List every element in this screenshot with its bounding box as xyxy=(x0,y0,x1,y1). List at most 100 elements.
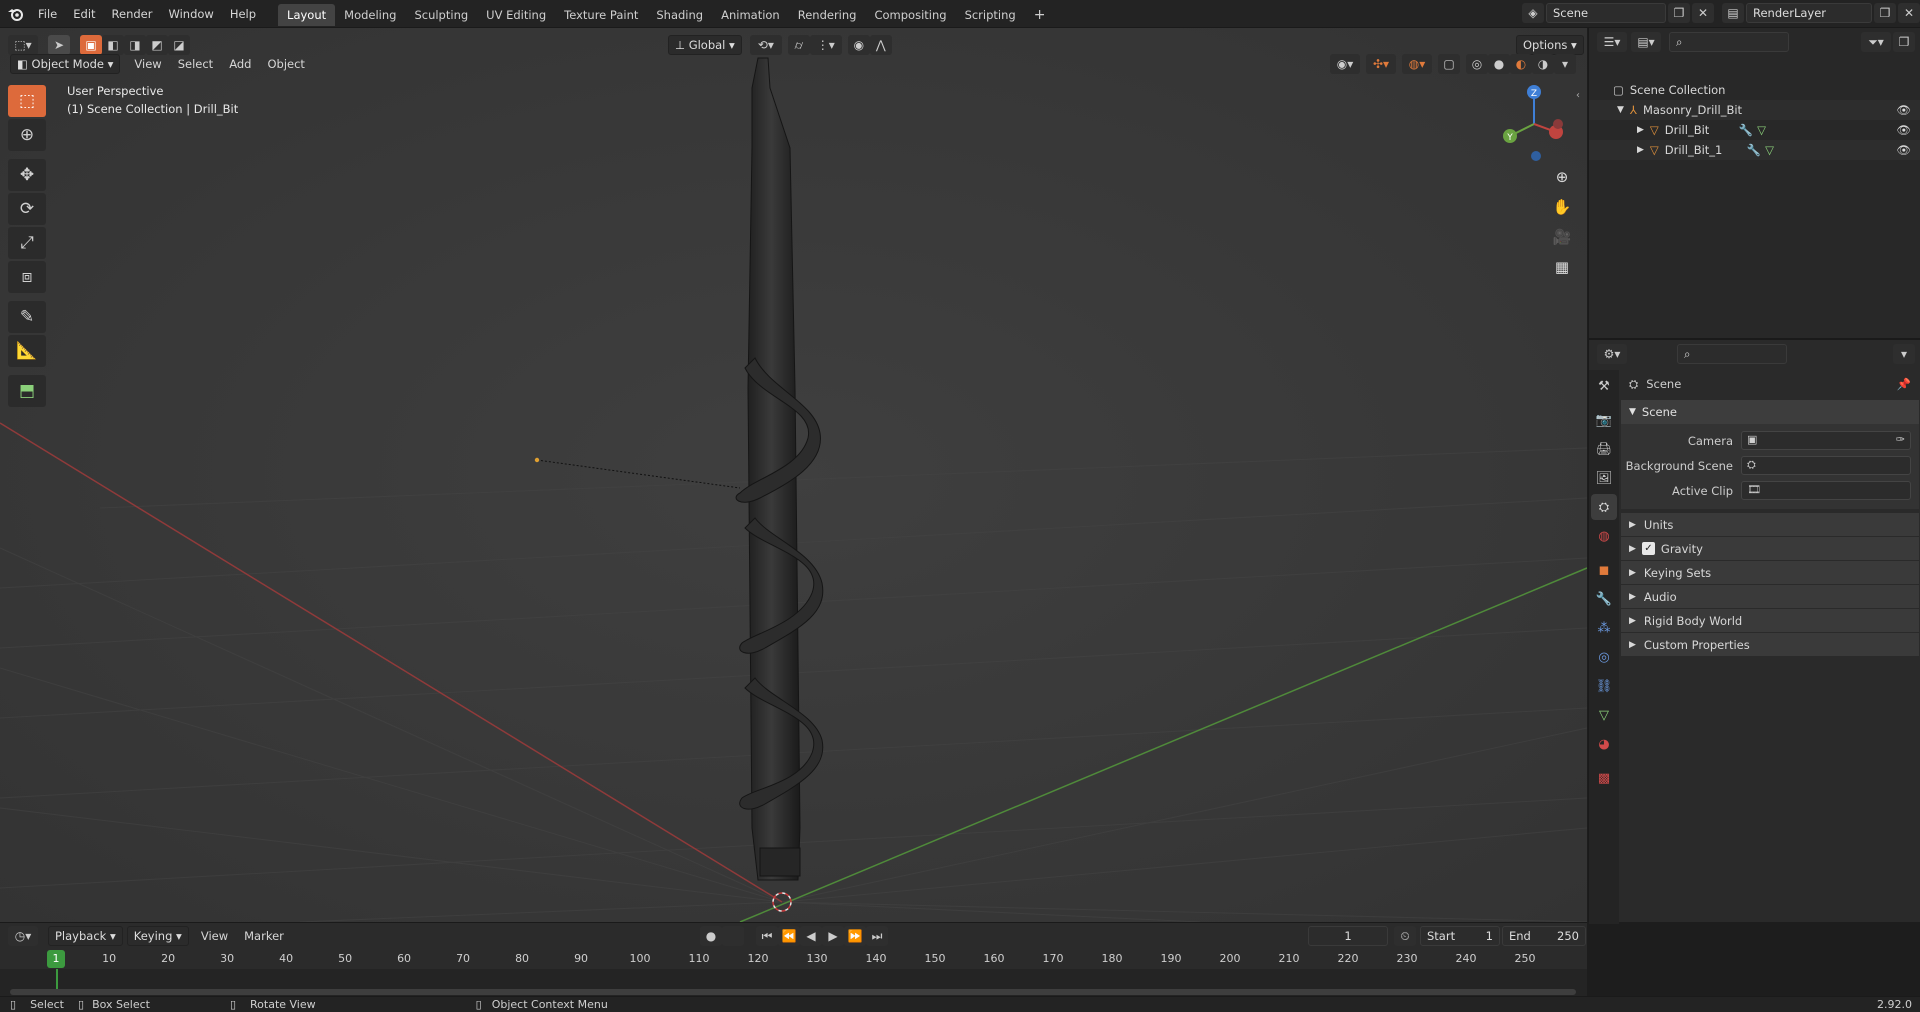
shading-solid-icon[interactable]: ● xyxy=(1488,54,1510,74)
constraints-tab-icon[interactable]: ⛓ xyxy=(1591,673,1617,699)
filter-icon[interactable]: ⏷▾ xyxy=(1861,32,1891,52)
mesh-data-icon[interactable]: ▽ xyxy=(1765,140,1774,160)
tab-modeling[interactable]: Modeling xyxy=(335,4,405,26)
current-frame-field[interactable]: 1 xyxy=(1308,926,1388,946)
modifier-wrench-icon[interactable]: 🔧 xyxy=(1739,120,1753,140)
tab-compositing[interactable]: Compositing xyxy=(865,4,955,26)
scene-tab-icon[interactable]: ⛭ xyxy=(1591,494,1617,520)
gravity-panel[interactable]: ▶ ✓ Gravity xyxy=(1621,537,1919,561)
eyedropper-icon[interactable]: ✑ xyxy=(1896,433,1905,446)
play-reverse-icon[interactable]: ◀ xyxy=(800,926,822,946)
scene-browse-icon[interactable]: ◈ xyxy=(1522,3,1544,23)
scene-new-icon[interactable]: ❐ xyxy=(1668,3,1690,23)
custom-properties-panel[interactable]: ▶ Custom Properties xyxy=(1621,633,1919,657)
expand-right-icon[interactable]: ▶ xyxy=(1637,140,1644,160)
new-collection-icon[interactable]: ❐ xyxy=(1893,32,1915,52)
view-layer-delete-icon[interactable]: ✕ xyxy=(1898,3,1920,23)
expand-right-icon[interactable]: ▶ xyxy=(1637,120,1644,140)
tab-sculpting[interactable]: Sculpting xyxy=(405,4,477,26)
mesh-data-icon[interactable]: ▽ xyxy=(1757,120,1766,140)
properties-search-input[interactable]: ⌕ xyxy=(1677,344,1787,364)
shading-material-icon[interactable]: ◐ xyxy=(1510,54,1532,74)
pivot-point-icon[interactable]: ⟲▾ xyxy=(749,35,782,55)
menu-file[interactable]: File xyxy=(30,0,65,28)
properties-options-icon[interactable]: ▾ xyxy=(1893,344,1915,364)
data-tab-icon[interactable]: ▽ xyxy=(1591,702,1617,728)
transform-tool-icon[interactable]: ⧈ xyxy=(8,261,46,293)
modifier-tab-icon[interactable]: 🔧 xyxy=(1591,586,1617,612)
blender-logo-icon[interactable] xyxy=(0,0,30,28)
outliner-row-scene-collection[interactable]: ▢ Scene Collection xyxy=(1589,80,1920,100)
outliner-search-input[interactable]: ⌕ xyxy=(1669,32,1789,52)
camera-field[interactable]: ▣ ✑ xyxy=(1741,431,1911,450)
shading-rendered-icon[interactable]: ◑ xyxy=(1532,54,1554,74)
select-mode-difference-icon[interactable]: ◩ xyxy=(146,35,168,55)
menu-render[interactable]: Render xyxy=(104,0,161,28)
particles-tab-icon[interactable]: ⁂ xyxy=(1591,615,1617,641)
move-tool-icon[interactable]: ✥ xyxy=(8,159,46,191)
pin-icon[interactable]: 📌 xyxy=(1897,377,1911,391)
snap-icon[interactable]: ⌭ xyxy=(787,35,810,55)
annotate-tool-icon[interactable]: ✎ xyxy=(8,301,46,333)
select-mode-intersect-icon[interactable]: ◪ xyxy=(168,35,190,55)
rotate-tool-icon[interactable]: ⟳ xyxy=(8,193,46,225)
menu-select[interactable]: Select xyxy=(170,54,221,74)
scene-panel-header[interactable]: ▼ Scene xyxy=(1621,400,1919,424)
world-tab-icon[interactable]: ◍ xyxy=(1591,523,1617,549)
proportional-edit-icon[interactable]: ◉ xyxy=(847,35,870,55)
menu-edit[interactable]: Edit xyxy=(65,0,103,28)
outliner-editor-type-icon[interactable]: ☰▾ xyxy=(1597,32,1627,52)
output-tab-icon[interactable]: 🖨 xyxy=(1591,436,1617,462)
menu-object[interactable]: Object xyxy=(259,54,312,74)
cursor-tool-icon[interactable]: ⊕ xyxy=(8,119,46,151)
keying-dropdown[interactable]: Keying ▾ xyxy=(126,926,189,946)
tab-scripting[interactable]: Scripting xyxy=(956,4,1025,26)
end-frame-field[interactable]: End 250 xyxy=(1502,926,1586,946)
proportional-falloff-icon[interactable]: ⋀ xyxy=(869,35,892,55)
gravity-checkbox[interactable]: ✓ xyxy=(1641,542,1655,555)
menu-view[interactable]: View xyxy=(126,54,169,74)
preview-range-icon[interactable]: ⏲ xyxy=(1394,926,1416,946)
modifier-wrench-icon[interactable]: 🔧 xyxy=(1747,140,1761,160)
menu-window[interactable]: Window xyxy=(160,0,221,28)
timeline-scrollbar[interactable] xyxy=(10,989,1576,995)
transform-orientation-dropdown[interactable]: ⊥ Global ▾ xyxy=(668,35,742,55)
camera-view-icon[interactable]: 🎥 xyxy=(1549,224,1575,250)
navigation-gizmo[interactable]: Z Y xyxy=(1494,84,1574,164)
menu-help[interactable]: Help xyxy=(222,0,264,28)
eye-icon[interactable]: 👁 xyxy=(1896,140,1911,160)
jump-start-icon[interactable]: ⏮ xyxy=(756,926,778,946)
object-tab-icon[interactable]: ◼ xyxy=(1591,557,1617,583)
tab-shading[interactable]: Shading xyxy=(647,4,712,26)
eye-icon[interactable]: 👁 xyxy=(1896,100,1911,120)
timeline-ruler[interactable]: 10 20 30 40 50 60 70 80 90 100 110 120 130 140 150 160 1… xyxy=(0,949,1587,969)
scene-name-field[interactable]: Scene xyxy=(1546,3,1666,23)
tab-texture-paint[interactable]: Texture Paint xyxy=(555,4,647,26)
select-mode-subtract-icon[interactable]: ◨ xyxy=(124,35,146,55)
menu-marker[interactable]: Marker xyxy=(236,926,292,946)
tab-layout[interactable]: Layout xyxy=(278,4,336,26)
scale-tool-icon[interactable]: ⤢ xyxy=(8,227,46,259)
eye-icon[interactable]: 👁 xyxy=(1896,120,1911,140)
play-icon[interactable]: ▶ xyxy=(822,926,844,946)
add-cube-tool-icon[interactable]: ⬒ xyxy=(8,375,46,407)
texture-tab-icon[interactable]: ▩ xyxy=(1591,765,1617,791)
measure-tool-icon[interactable]: 📐 xyxy=(8,335,46,367)
outliner-row-masonry-drill-bit[interactable]: ▼ ⅄ Masonry_Drill_Bit 👁 xyxy=(1589,100,1920,120)
select-mode-new-icon[interactable]: ▣ xyxy=(80,35,102,55)
select-box-tool-icon[interactable]: ⬚ xyxy=(8,85,46,117)
view-layer-new-icon[interactable]: ❐ xyxy=(1874,3,1896,23)
view-layer-field[interactable]: RenderLayer xyxy=(1746,3,1872,23)
playhead[interactable]: 1 xyxy=(47,950,65,968)
playback-dropdown[interactable]: Playback ▾ xyxy=(48,926,123,946)
menu-timeline-view[interactable]: View xyxy=(193,926,236,946)
auto-key-options-icon[interactable] xyxy=(722,926,744,946)
xray-icon[interactable]: ▢ xyxy=(1438,54,1460,74)
view-layer-tab-icon[interactable]: 🖼 xyxy=(1591,465,1617,491)
shading-wireframe-icon[interactable]: ◎ xyxy=(1466,54,1488,74)
snap-target-icon[interactable]: ⋮▾ xyxy=(809,35,842,55)
options-dropdown[interactable]: Options ▾ xyxy=(1516,35,1584,55)
timeline-track[interactable] xyxy=(0,969,1587,997)
tab-rendering[interactable]: Rendering xyxy=(789,4,866,26)
timeline-editor-type-icon[interactable]: ◷▾ xyxy=(8,926,38,946)
